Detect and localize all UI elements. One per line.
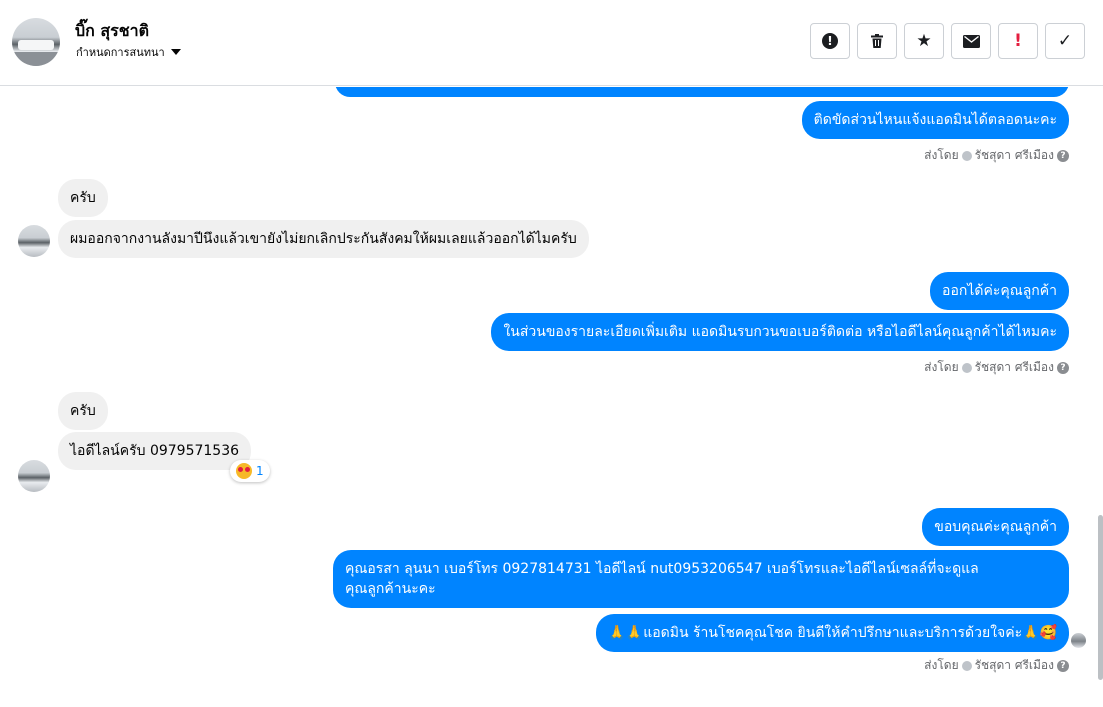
contact-name[interactable]: บิ๊ก สุรชาติ <box>75 19 149 44</box>
spam-button[interactable]: ! <box>998 23 1038 59</box>
alert-circle-icon: ! <box>822 33 838 49</box>
exclamation-icon: ! <box>1014 31 1022 51</box>
sender-name[interactable]: รัชสุดา ศรีเมือง <box>975 656 1054 675</box>
help-icon[interactable]: ? <box>1057 361 1069 374</box>
contact-avatar-small[interactable] <box>18 460 50 492</box>
message-bubble-outgoing[interactable]: ในส่วนของรายละเอียดเพิ่มเติม แอดมินรบกวน… <box>491 313 1069 351</box>
avatar-car-shape <box>18 40 54 50</box>
sent-by-prefix: ส่งโดย <box>924 658 959 672</box>
help-icon[interactable]: ? <box>1057 149 1069 162</box>
message-line: คุณอรสา ลุนนา เบอร์โทร 0927814731 ไอดีไล… <box>345 561 979 577</box>
star-icon: ★ <box>916 31 932 51</box>
message-bubble-outgoing[interactable]: ขอบคุณค่ะคุณลูกค้า <box>922 508 1069 546</box>
check-icon: ✓ <box>1057 31 1073 51</box>
avatar-road-shape <box>12 52 60 66</box>
message-bubble-incoming[interactable]: ครับ <box>58 179 108 217</box>
sent-by-prefix: ส่งโดย <box>924 360 959 374</box>
sender-dot-icon <box>961 362 972 373</box>
scrollbar-thumb[interactable] <box>1098 515 1103 680</box>
heart-eyes-emoji-icon <box>236 463 252 479</box>
sender-name[interactable]: รัชสุดา ศรีเมือง <box>975 358 1054 377</box>
reaction-count: 1 <box>256 464 264 478</box>
conversation-header: บิ๊ก สุรชาติ กำหนดการสนทนา ! ★ ! ✓ <box>0 0 1103 86</box>
help-icon[interactable]: ? <box>1057 659 1069 672</box>
schedule-label: กำหนดการสนทนา <box>76 46 165 59</box>
contact-avatar-small[interactable] <box>18 225 50 257</box>
done-button[interactable]: ✓ <box>1045 23 1085 59</box>
sender-name[interactable]: รัชสุดา ศรีเมือง <box>975 146 1054 165</box>
trash-icon <box>871 34 883 48</box>
schedule-dropdown[interactable]: กำหนดการสนทนา <box>76 43 181 61</box>
report-button[interactable]: ! <box>810 23 850 59</box>
message-thread[interactable]: ติดขัดส่วนไหนแจ้งแอดมินได้ตลอดนะคะ ส่งโด… <box>0 87 1103 707</box>
message-bubble-incoming[interactable]: ครับ <box>58 392 108 430</box>
sent-by-label: ส่งโดย รัชสุดา ศรีเมือง ? <box>924 656 1069 675</box>
message-bubble-outgoing[interactable]: ออกได้ค่ะคุณลูกค้า <box>930 272 1069 310</box>
message-bubble-outgoing[interactable]: คุณอรสา ลุนนา เบอร์โทร 0927814731 ไอดีไล… <box>333 550 1069 608</box>
message-bubble-outgoing[interactable]: ติดขัดส่วนไหนแจ้งแอดมินได้ตลอดนะคะ <box>801 101 1069 139</box>
reaction-badge[interactable]: 1 <box>230 460 270 482</box>
sent-by-label: ส่งโดย รัชสุดา ศรีเมือง ? <box>924 358 1069 377</box>
caret-down-icon <box>170 49 181 55</box>
message-line: คุณลูกค้านะคะ <box>345 581 436 597</box>
message-bubble-outgoing[interactable]: 🙏🙏แอดมิน ร้านโชคคุณโชค ยินดีให้คำปรึกษาแ… <box>596 614 1069 652</box>
sent-by-label: ส่งโดย รัชสุดา ศรีเมือง ? <box>924 146 1069 165</box>
star-button[interactable]: ★ <box>904 23 944 59</box>
seen-avatar <box>1071 633 1086 648</box>
sender-dot-icon <box>961 660 972 671</box>
envelope-icon <box>962 34 980 48</box>
action-toolbar: ! ★ ! ✓ <box>810 23 1085 59</box>
sender-dot-icon <box>961 150 972 161</box>
sent-by-prefix: ส่งโดย <box>924 148 959 162</box>
message-bubble-outgoing-partial <box>335 87 1069 97</box>
contact-avatar[interactable] <box>12 18 60 66</box>
message-bubble-incoming[interactable]: ผมออกจากงานลังมาปีนึงแล้วเขายังไม่ยกเลิก… <box>58 220 589 258</box>
delete-button[interactable] <box>857 23 897 59</box>
message-bubble-incoming[interactable]: ไอดีไลน์ครับ 0979571536 <box>58 432 252 470</box>
mark-unread-button[interactable] <box>951 23 991 59</box>
